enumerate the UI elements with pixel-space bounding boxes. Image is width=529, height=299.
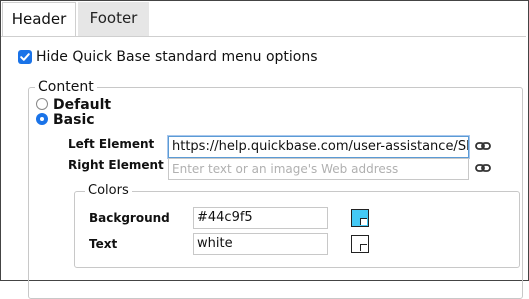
text-color-label: Text [89,237,118,251]
tab-footer[interactable]: Footer [78,2,149,36]
radio-basic-button[interactable] [36,113,48,125]
chain-link-icon[interactable] [475,140,491,152]
content-legend: Content [38,79,94,95]
hide-menu-checkbox[interactable] [18,50,32,64]
tab-bar: Header Footer [0,0,527,36]
checkmark-icon [20,53,30,61]
background-color-value: #44c9f5 [197,210,253,225]
tab-header[interactable]: Header [2,2,76,36]
left-element-label: Left Element [68,137,155,151]
background-color-label: Background [89,211,170,225]
right-element-placeholder: Enter text or an image's Web address [172,162,399,176]
background-color-input[interactable]: #44c9f5 [193,207,328,229]
swatch-corner [360,244,367,251]
left-element-value: https://help.quickbase.com/user-assistan… [172,139,469,154]
background-swatch-icon[interactable] [351,209,369,227]
text-color-value: white [197,236,233,251]
right-element-label: Right Element [68,158,164,172]
text-swatch-icon[interactable] [351,235,369,253]
text-color-input[interactable]: white [193,233,328,255]
radio-default-label: Default [53,97,112,113]
colors-legend: Colors [88,183,129,198]
chain-link-icon[interactable] [475,162,491,174]
radio-default-button[interactable] [36,98,48,110]
right-element-input[interactable]: Enter text or an image's Web address [168,158,469,180]
hide-menu-label: Hide Quick Base standard menu options [36,49,318,65]
left-element-input[interactable]: https://help.quickbase.com/user-assistan… [168,136,469,158]
radio-basic-label: Basic [53,112,95,128]
swatch-corner [360,218,367,225]
